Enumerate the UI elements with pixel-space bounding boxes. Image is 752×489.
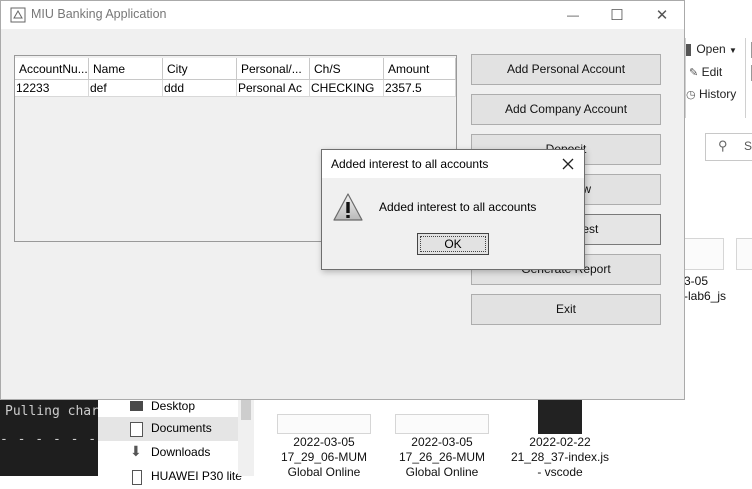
interest-message-dialog: Added interest to all accounts Added int… [321,149,585,270]
nav-scrollbar[interactable] [238,400,254,476]
file-thumbnail[interactable] [538,400,582,434]
ribbon-open-button[interactable]: Open ▼ [686,42,737,56]
file-thumbnail[interactable] [684,238,724,270]
close-icon: ✕ [655,7,669,24]
desktop-icon [130,401,143,411]
chevron-down-icon: ▼ [729,46,737,55]
edit-icon: ✎ [689,67,699,79]
search-box[interactable]: ⚲ S [705,133,752,161]
file-caption[interactable]: 2022-02-22 21_28_37-index.js - vscode [506,435,614,480]
add-personal-account-button[interactable]: Add Personal Account [471,54,661,85]
focus-ring [420,236,486,252]
exit-button[interactable]: Exit [471,294,661,325]
documents-icon [130,422,143,437]
title-bar[interactable]: MIU Banking Application — ☐ ✕ [1,1,684,29]
file-caption[interactable]: 2022-03-05 17_26_26-MUM Global Online [388,435,496,480]
nav-item-phone[interactable]: HUAWEI P30 lite [98,465,242,489]
dialog-title-bar[interactable]: Added interest to all accounts [322,150,584,178]
table-cell-account-number[interactable]: 12233 [15,80,89,97]
column-header-amount[interactable]: Amount [384,58,456,80]
maximize-button[interactable]: ☐ [594,1,640,29]
dialog-message: Added interest to all accounts [379,200,537,214]
history-icon: ◷ [686,89,696,101]
ok-button[interactable]: OK [417,233,489,255]
download-arrow-icon: ⬇ [130,443,142,459]
table-cell-name[interactable]: def [89,80,163,97]
file-caption: 3-05 -lab6_js [684,274,727,303]
terminal-line: Pulling char [5,404,99,419]
java-app-icon [10,7,26,23]
close-icon[interactable] [560,156,576,172]
search-icon: ⚲ [718,138,728,153]
minimize-icon: — [567,8,579,22]
file-caption[interactable]: 2022-03-05 17_29_06-MUM Global Online [270,435,378,480]
nav-item-downloads[interactable]: ⬇ Downloads [98,441,238,465]
ribbon-edit-button[interactable]: ✎ Edit [689,65,722,79]
file-thumbnail[interactable] [736,238,752,270]
ribbon-separator [745,38,746,118]
column-header-account-number[interactable]: AccountNu... [15,58,89,80]
dialog-title: Added interest to all accounts [331,157,489,171]
warning-icon [333,193,363,221]
file-thumbnail[interactable] [277,414,371,434]
table-cell-amount[interactable]: 2357.5 [384,80,456,97]
column-header-city[interactable]: City [163,58,237,80]
nav-item-documents[interactable]: Documents [98,417,238,441]
column-header-name[interactable]: Name [89,58,163,80]
table-cell-checking-savings[interactable]: CHECKING [310,80,384,97]
file-thumbnail[interactable] [395,414,489,434]
scrollbar-thumb[interactable] [241,400,251,420]
phone-icon [132,470,142,485]
close-button[interactable]: ✕ [639,1,685,29]
column-header-personal-company[interactable]: Personal/... [237,58,310,80]
table-cell-account-type[interactable]: Personal Ac [237,80,310,97]
column-header-checking-savings[interactable]: Ch/S [310,58,384,80]
table-cell-city[interactable]: ddd [163,80,237,97]
ribbon-history-button[interactable]: ◷ History [686,87,736,101]
window-title: MIU Banking Application [31,7,167,21]
add-company-account-button[interactable]: Add Company Account [471,94,661,125]
maximize-icon: ☐ [610,7,624,24]
minimize-button[interactable]: — [550,1,596,29]
open-icon [686,43,691,56]
